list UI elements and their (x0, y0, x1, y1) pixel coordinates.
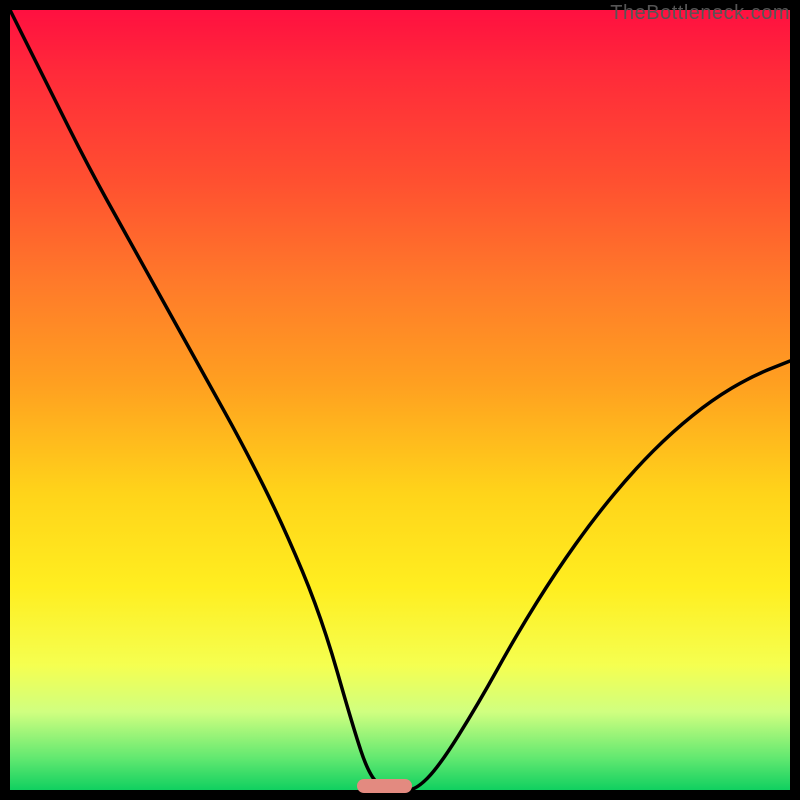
chart-container: TheBottleneck.com (0, 0, 800, 800)
plot-outer-frame (10, 10, 790, 790)
bottleneck-curve (10, 10, 790, 790)
curve-path (10, 10, 790, 790)
watermark-text: TheBottleneck.com (610, 2, 790, 25)
optimal-range-marker (357, 779, 412, 793)
